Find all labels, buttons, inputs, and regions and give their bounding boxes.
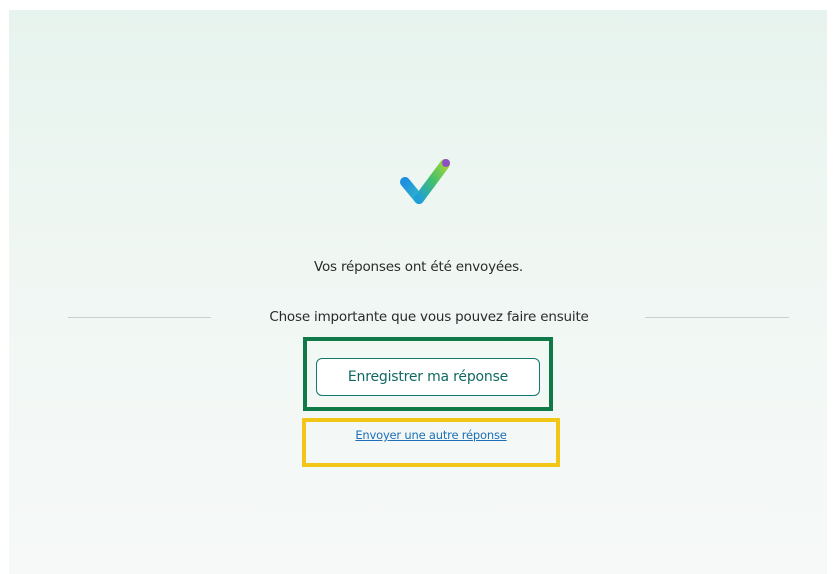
submit-another-response-link[interactable]: Envoyer une autre réponse [302,428,560,442]
next-steps-heading: Chose importante que vous pouvez faire e… [269,309,589,325]
save-response-button[interactable]: Enregistrer ma réponse [316,358,540,396]
responses-sent-message: Vos réponses ont été envoyées. [313,259,523,275]
checkmark-icon [400,159,450,204]
another-response-highlight [302,418,560,467]
divider-line-right [645,317,789,318]
divider-line-left [68,317,211,318]
next-steps-divider: Chose importante que vous pouvez faire e… [0,307,837,327]
confirmation-panel [9,10,827,574]
